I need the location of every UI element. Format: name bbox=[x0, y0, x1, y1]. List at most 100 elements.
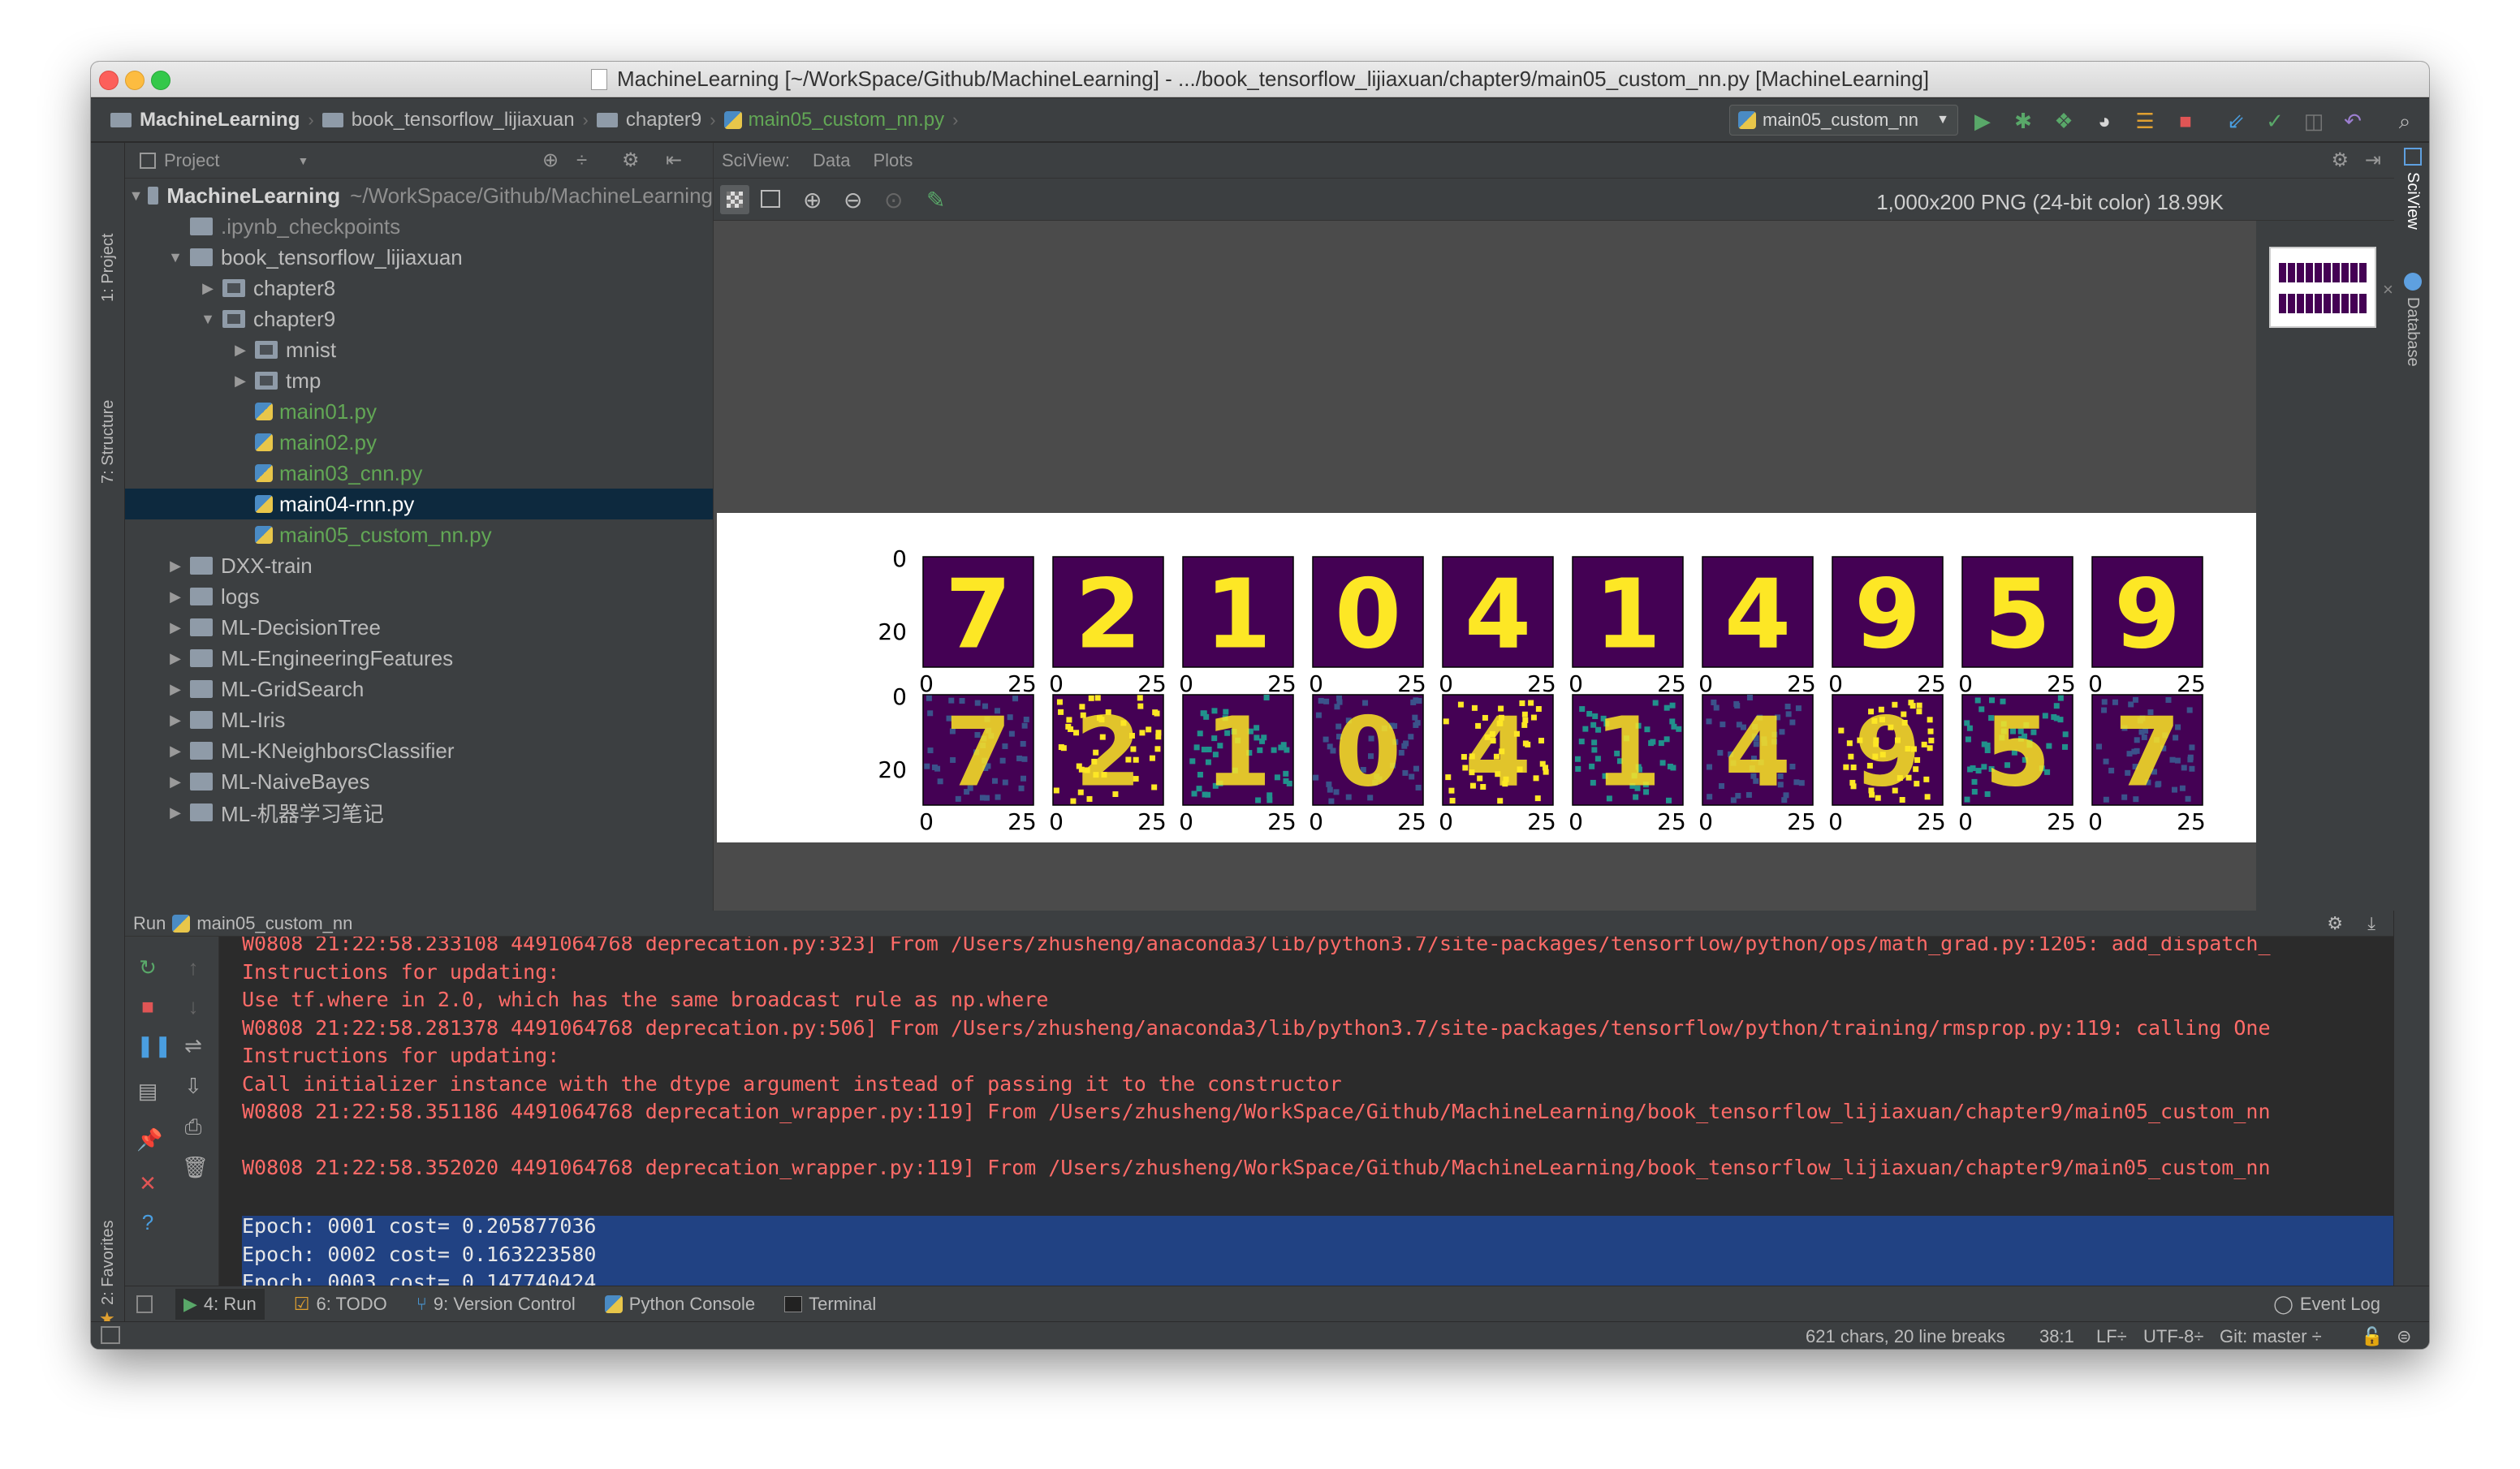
tree-item[interactable]: ▼ chapter9 bbox=[125, 304, 713, 334]
tool-windows-icon[interactable] bbox=[101, 1326, 120, 1344]
tab-run[interactable]: ▶ 4: Run bbox=[175, 1288, 265, 1320]
grid-icon[interactable] bbox=[761, 190, 780, 208]
tree-item[interactable]: ▼ MachineLearning ~/WorkSpace/Github/Machi… bbox=[125, 180, 713, 211]
vcs-history-icon[interactable]: ◫ bbox=[2302, 110, 2325, 132]
arrow-down-icon[interactable]: ↓ bbox=[182, 995, 205, 1018]
stop-icon[interactable]: ■ bbox=[2174, 110, 2197, 132]
tree-item[interactable]: ▶ mnist bbox=[125, 334, 713, 365]
chevron-right-icon[interactable]: ▶ bbox=[166, 712, 185, 729]
pause-icon[interactable]: ❚❚ bbox=[136, 1034, 172, 1057]
chevron-right-icon[interactable]: ▶ bbox=[166, 619, 185, 636]
inspector-icon[interactable]: ⊜ bbox=[2397, 1326, 2411, 1347]
tree-item[interactable]: ▶ ML-NaiveBayes bbox=[125, 766, 713, 797]
tree-item[interactable]: ▶ ML-KNeighborsClassifier bbox=[125, 735, 713, 766]
chevron-right-icon[interactable]: ▶ bbox=[166, 804, 185, 821]
tree-item[interactable]: ▶ ML-DecisionTree bbox=[125, 612, 713, 643]
chevron-right-icon[interactable]: ▶ bbox=[166, 650, 185, 667]
status-line-separator[interactable]: LF÷ bbox=[2096, 1326, 2127, 1347]
arrow-up-icon[interactable]: ↑ bbox=[182, 956, 205, 979]
profile-icon[interactable]: ◕ bbox=[2093, 110, 2116, 132]
chevron-down-icon[interactable]: ▼ bbox=[129, 187, 144, 205]
tree-item[interactable]: ▶ tmp bbox=[125, 365, 713, 396]
pin-icon[interactable]: 📌 bbox=[136, 1128, 162, 1151]
debug-icon[interactable]: ✱ bbox=[2012, 110, 2035, 132]
rerun-icon[interactable]: ↻ bbox=[136, 956, 159, 979]
lock-icon[interactable]: 🔓 bbox=[2361, 1326, 2383, 1347]
breadcrumb-project[interactable]: MachineLearning bbox=[107, 109, 303, 131]
search-icon[interactable]: ⌕ bbox=[2393, 110, 2416, 132]
close-window-button[interactable] bbox=[99, 71, 119, 90]
tab-python-console[interactable]: Python Console bbox=[604, 1294, 755, 1315]
color-picker-icon[interactable]: ✎ bbox=[926, 187, 945, 213]
structure-tool-tab[interactable]: 7: Structure bbox=[99, 400, 118, 484]
chevron-right-icon[interactable]: ▶ bbox=[166, 681, 185, 698]
chevron-right-icon[interactable]: ▶ bbox=[166, 588, 185, 605]
run-icon[interactable]: ▶ bbox=[1971, 110, 1994, 132]
vcs-update-icon[interactable]: ⇙ bbox=[2224, 110, 2247, 132]
breadcrumb-file[interactable]: main05_custom_nn.py bbox=[721, 109, 947, 131]
breadcrumb-book-folder[interactable]: book_tensorflow_lijiaxuan bbox=[319, 109, 578, 131]
tree-item[interactable]: ▶ DXX-train bbox=[125, 550, 713, 581]
tree-item[interactable]: ▶ ML-EngineeringFeatures bbox=[125, 643, 713, 674]
tree-item[interactable]: ▶ chapter8 bbox=[125, 273, 713, 304]
tree-item[interactable]: ▶ logs bbox=[125, 581, 713, 612]
tab-event-log[interactable]: ◯ Event Log bbox=[2273, 1294, 2380, 1315]
console-output[interactable]: W0808 21:22:58.233108 4491064768 depreca… bbox=[219, 937, 2393, 1325]
chevron-down-icon[interactable]: ▼ bbox=[297, 154, 309, 167]
run-config-tab[interactable]: main05_custom_nn bbox=[196, 913, 352, 934]
tree-item[interactable]: main01.py bbox=[125, 396, 713, 427]
run-configuration-select[interactable]: main05_custom_nn ▼ bbox=[1729, 105, 1958, 136]
coverage-icon[interactable]: ❖ bbox=[2052, 110, 2075, 132]
gear-icon[interactable]: ⚙ bbox=[622, 149, 640, 172]
tree-item[interactable]: main02.py bbox=[125, 427, 713, 458]
dump-threads-icon[interactable]: ▤ bbox=[136, 1079, 159, 1102]
trash-icon[interactable]: 🗑 bbox=[182, 1156, 209, 1178]
chevron-right-icon[interactable]: ▶ bbox=[231, 373, 250, 390]
hide-icon[interactable]: ⤓ bbox=[2367, 913, 2375, 934]
project-tool-tab[interactable]: 1: Project bbox=[99, 234, 118, 302]
tab-plots[interactable]: Plots bbox=[873, 150, 913, 171]
tree-item[interactable]: ▼ book_tensorflow_lijiaxuan bbox=[125, 242, 713, 273]
hide-icon[interactable]: ⇤ bbox=[666, 149, 682, 172]
tab-version-control[interactable]: ⑂ 9: Version Control bbox=[416, 1294, 576, 1315]
tree-item[interactable]: main05_custom_nn.py bbox=[125, 519, 713, 550]
favorites-tool-tab[interactable]: 2: Favorites bbox=[99, 1221, 118, 1305]
tab-data[interactable]: Data bbox=[813, 150, 850, 171]
sciview-tool-tab[interactable]: SciView bbox=[2403, 172, 2422, 230]
chevron-right-icon[interactable]: ▶ bbox=[198, 280, 218, 297]
soft-wrap-icon[interactable]: ⇌ bbox=[182, 1034, 205, 1057]
revert-icon[interactable]: ↶ bbox=[2341, 110, 2364, 132]
chevron-right-icon[interactable]: ▶ bbox=[166, 743, 185, 760]
tab-terminal[interactable]: Terminal bbox=[784, 1294, 876, 1315]
actual-size-icon[interactable]: ⊙ bbox=[884, 187, 903, 213]
locate-icon[interactable]: ⊕ bbox=[542, 149, 559, 172]
close-icon[interactable]: × bbox=[2383, 279, 2393, 300]
tree-item[interactable]: ▶ ML-GridSearch bbox=[125, 674, 713, 704]
tree-item[interactable]: main03_cnn.py bbox=[125, 458, 713, 489]
help-icon[interactable]: ? bbox=[136, 1211, 159, 1234]
plot-thumbnail[interactable] bbox=[2269, 247, 2376, 328]
tab-todo[interactable]: ☑ 6: TODO bbox=[294, 1294, 387, 1315]
zoom-out-icon[interactable]: ⊖ bbox=[844, 187, 862, 213]
zoom-in-icon[interactable]: ⊕ bbox=[803, 187, 822, 213]
chevron-right-icon[interactable]: ▶ bbox=[166, 558, 185, 575]
chevron-right-icon[interactable]: ▶ bbox=[231, 342, 250, 359]
breadcrumb-chapter9[interactable]: chapter9 bbox=[593, 109, 705, 131]
status-encoding[interactable]: UTF-8÷ bbox=[2143, 1326, 2203, 1347]
collapse-icon[interactable]: ÷ bbox=[576, 149, 587, 172]
tree-item[interactable]: ▶ ML-机器学习笔记 bbox=[125, 797, 713, 828]
tree-item[interactable]: ▶ ML-Iris bbox=[125, 704, 713, 735]
project-panel-title[interactable]: Project bbox=[164, 150, 219, 171]
tool-window-toggle-icon[interactable] bbox=[136, 1295, 153, 1313]
checker-background-button[interactable] bbox=[720, 185, 749, 214]
vcs-commit-icon[interactable]: ✓ bbox=[2263, 110, 2286, 132]
build-icon[interactable]: ☰ bbox=[2134, 110, 2156, 132]
close-icon[interactable]: ✕ bbox=[136, 1172, 159, 1195]
zoom-window-button[interactable] bbox=[151, 71, 170, 90]
chevron-down-icon[interactable]: ▼ bbox=[198, 311, 218, 328]
scroll-to-end-icon[interactable]: ⇩ bbox=[182, 1075, 205, 1097]
status-cursor-position[interactable]: 38:1 bbox=[2039, 1326, 2074, 1347]
gear-icon[interactable]: ⚙ bbox=[2327, 913, 2343, 934]
gear-icon[interactable]: ⚙ bbox=[2331, 149, 2349, 172]
chevron-down-icon[interactable]: ▼ bbox=[166, 249, 185, 266]
